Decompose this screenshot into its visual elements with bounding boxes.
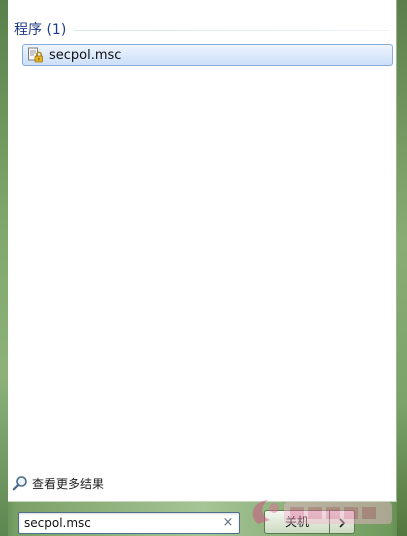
start-menu-results-panel: 程序 (1) secpol.msc 查看更多结果: [8, 0, 397, 502]
watermark-logo: [252, 500, 392, 524]
window-frame-right: [397, 0, 407, 536]
search-magnifier-icon: [12, 475, 28, 491]
result-item-label: secpol.msc: [49, 47, 122, 63]
see-more-label: 查看更多结果: [32, 476, 105, 491]
section-title: 程序 (1): [14, 22, 67, 38]
section-header-programs: 程序 (1): [14, 19, 389, 39]
result-item-secpol[interactable]: secpol.msc: [22, 44, 393, 66]
clear-search-icon[interactable]: ×: [221, 516, 235, 530]
security-policy-icon: [27, 47, 43, 63]
search-box[interactable]: ×: [18, 512, 240, 534]
search-input[interactable]: [19, 513, 215, 533]
see-more-results-link[interactable]: 查看更多结果: [12, 474, 104, 492]
window-frame-left: [0, 0, 8, 536]
section-divider: [74, 29, 389, 31]
